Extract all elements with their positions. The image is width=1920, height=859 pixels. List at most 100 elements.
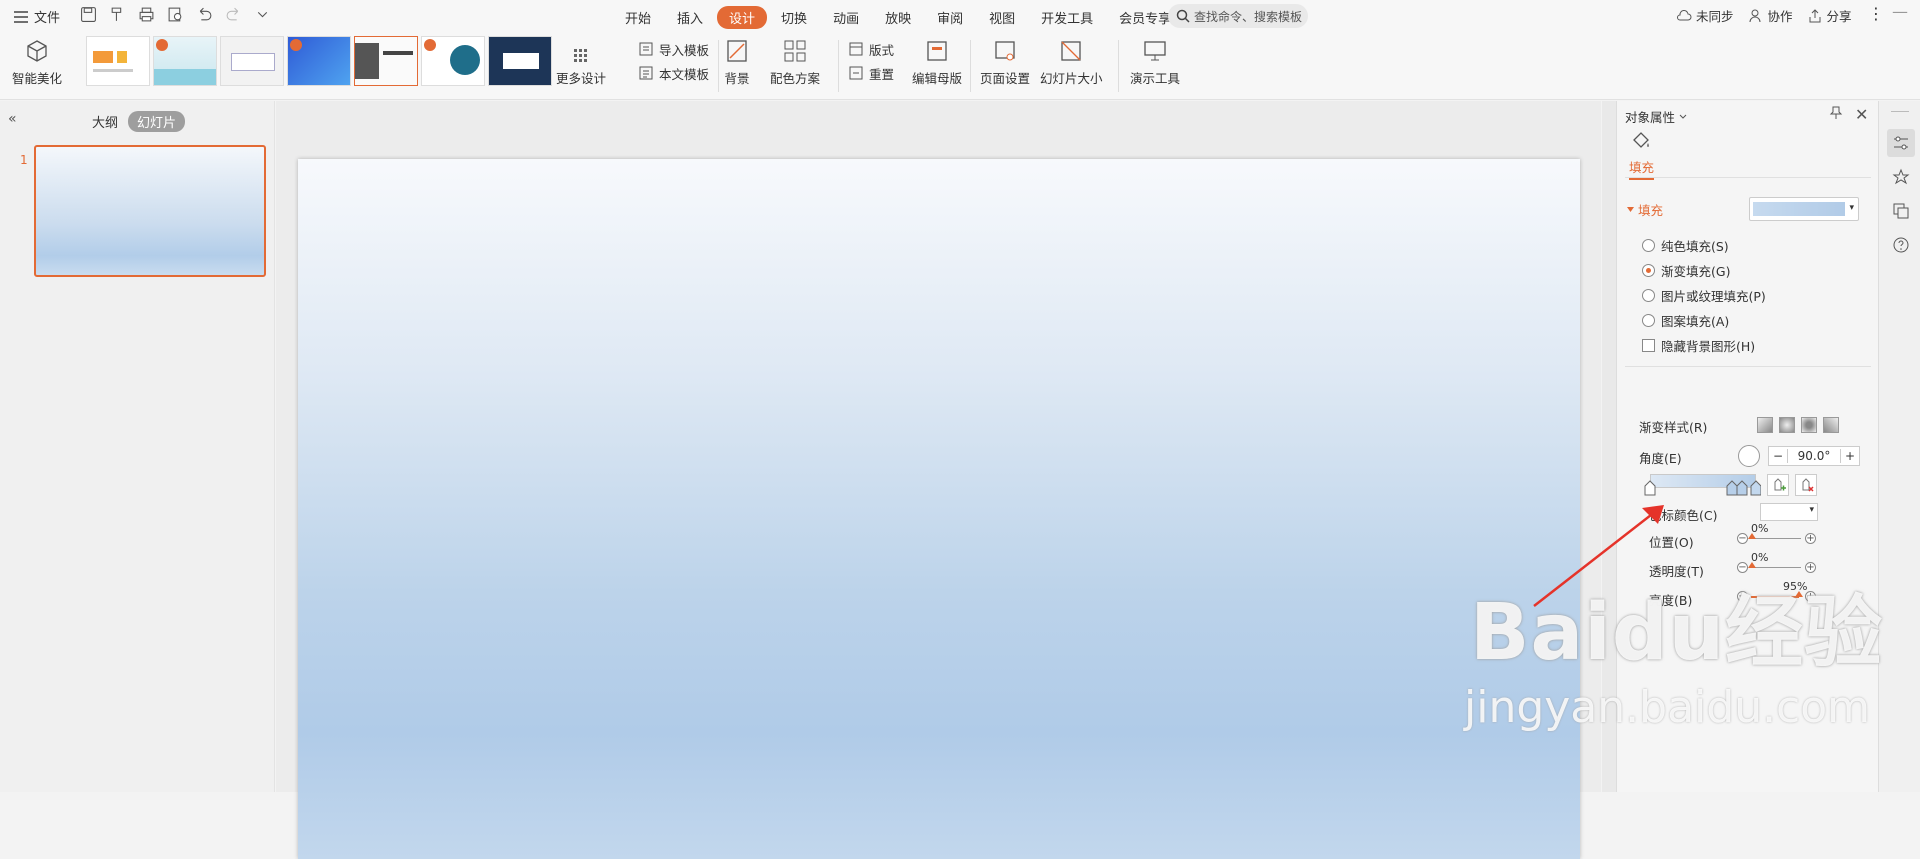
file-menu-label: 文件 <box>34 11 61 26</box>
checkbox[interactable] <box>1642 339 1655 352</box>
radio[interactable] <box>1642 314 1655 327</box>
collab-label: 协作 <box>1767 9 1793 24</box>
import-template-button[interactable]: 导入模板 <box>638 38 709 60</box>
divider <box>1625 366 1871 367</box>
layout-actions: 版式 重置 <box>848 38 894 84</box>
stop-color-dropdown[interactable]: ▾ <box>1760 503 1818 521</box>
template-thumb[interactable] <box>220 36 284 86</box>
radio[interactable] <box>1642 289 1655 302</box>
slider-thumb-icon[interactable] <box>1748 562 1756 568</box>
angle-stepper[interactable]: − 90.0° + <box>1768 446 1860 466</box>
template-thumb[interactable] <box>287 36 351 86</box>
picture-fill-option[interactable]: 图片或纹理填充(P) <box>1642 286 1766 305</box>
customize-chevron-icon[interactable] <box>254 6 271 23</box>
share-button[interactable]: 分享 <box>1807 6 1852 25</box>
slides-switch-button[interactable] <box>1887 197 1915 225</box>
angle-dial[interactable] <box>1738 445 1760 467</box>
slide-editor[interactable] <box>298 159 1580 859</box>
animation-button[interactable] <box>1887 163 1915 191</box>
sync-button[interactable]: 未同步 <box>1676 6 1734 25</box>
transparency-slider[interactable] <box>1751 567 1801 568</box>
rectangular-gradient-button[interactable] <box>1801 417 1817 433</box>
slide-canvas <box>276 101 1601 859</box>
tab-review[interactable]: 审阅 <box>925 6 975 29</box>
solid-fill-option[interactable]: 纯色填充(S) <box>1642 236 1729 255</box>
path-gradient-button[interactable] <box>1823 417 1839 433</box>
page-setup-button[interactable]: 页面设置 <box>980 38 1030 87</box>
present-tools-button[interactable]: 演示工具 <box>1130 38 1180 87</box>
decrement-button[interactable]: − <box>1769 449 1787 463</box>
minimize-icon[interactable]: — <box>1892 2 1908 21</box>
radial-gradient-button[interactable] <box>1779 417 1795 433</box>
tab-outline[interactable]: 大纲 <box>92 112 118 131</box>
help-button[interactable] <box>1887 231 1915 259</box>
radio-selected[interactable] <box>1642 264 1655 277</box>
more-options-icon[interactable]: ⋮ <box>1868 6 1884 22</box>
angle-value[interactable]: 90.0° <box>1787 449 1841 463</box>
divider <box>1891 111 1909 112</box>
position-slider[interactable] <box>1751 538 1801 539</box>
slide-thumbnail[interactable] <box>34 145 266 277</box>
template-thumb-selected[interactable] <box>354 36 418 86</box>
linear-gradient-button[interactable] <box>1757 417 1773 433</box>
layout-button[interactable]: 版式 <box>848 38 894 60</box>
triangle-down-icon <box>1627 207 1634 212</box>
tab-design[interactable]: 设计 <box>717 6 768 29</box>
undo-icon[interactable] <box>196 6 213 23</box>
template-thumb[interactable] <box>153 36 217 86</box>
pin-icon[interactable] <box>1829 106 1843 120</box>
increment-button[interactable]: + <box>1841 449 1859 463</box>
tab-insert[interactable]: 插入 <box>665 6 715 29</box>
tab-developer[interactable]: 开发工具 <box>1029 6 1105 29</box>
print-preview-icon[interactable] <box>167 6 184 23</box>
template-badge-icon <box>156 39 168 51</box>
document-icon <box>639 42 653 56</box>
tab-animation[interactable]: 动画 <box>821 6 871 29</box>
more-design-button[interactable]: 更多设计 <box>556 48 606 87</box>
hide-background-option[interactable]: 隐藏背景图形(H) <box>1642 336 1755 355</box>
reset-button[interactable]: 重置 <box>848 62 894 84</box>
side-toolbar <box>1878 101 1920 792</box>
smart-beautify-button[interactable]: 智能美化 <box>12 38 62 87</box>
picture-fill-label: 图片或纹理填充(P) <box>1661 289 1766 304</box>
tab-transition[interactable]: 切换 <box>769 6 819 29</box>
close-icon[interactable]: ✕ <box>1855 105 1868 124</box>
redo-icon[interactable] <box>225 6 242 23</box>
fill-section-header[interactable]: 填充 <box>1627 200 1663 219</box>
template-thumb[interactable] <box>488 36 552 86</box>
slide-size-button[interactable]: 幻灯片大小 <box>1040 38 1103 87</box>
add-stop-button[interactable] <box>1767 474 1789 496</box>
search-input[interactable]: 查找命令、搜索模板 <box>1168 4 1308 28</box>
format-painter-icon[interactable] <box>109 6 126 23</box>
gradient-stops[interactable] <box>1643 478 1761 498</box>
collapse-panel-icon[interactable]: « <box>8 111 17 127</box>
collab-button[interactable]: 协作 <box>1748 6 1793 25</box>
tab-slides[interactable]: 幻灯片 <box>128 111 186 132</box>
tab-home[interactable]: 开始 <box>613 6 663 29</box>
position-increment[interactable]: + <box>1805 533 1816 544</box>
slider-thumb-icon[interactable] <box>1748 533 1756 539</box>
file-menu[interactable]: 文件 <box>14 7 60 26</box>
save-icon[interactable] <box>80 6 97 23</box>
radio[interactable] <box>1642 239 1655 252</box>
print-icon[interactable] <box>138 6 155 23</box>
edit-master-button[interactable]: 编辑母版 <box>912 38 962 87</box>
template-thumb[interactable] <box>86 36 150 86</box>
paint-bucket-icon[interactable] <box>1631 131 1651 151</box>
tab-slideshow[interactable]: 放映 <box>873 6 923 29</box>
gradient-fill-option[interactable]: 渐变填充(G) <box>1642 261 1730 280</box>
design-templates <box>86 36 552 86</box>
tab-view[interactable]: 视图 <box>977 6 1027 29</box>
position-decrement[interactable]: − <box>1737 533 1748 544</box>
gradient-fill-label: 渐变填充(G) <box>1661 264 1731 279</box>
template-thumb[interactable] <box>421 36 485 86</box>
color-scheme-button[interactable]: 配色方案 <box>770 38 820 87</box>
panel-title[interactable]: 对象属性 <box>1625 107 1687 126</box>
fill-color-dropdown[interactable]: ▾ <box>1749 197 1859 221</box>
body-template-button[interactable]: 本文模板 <box>638 62 709 84</box>
properties-button[interactable] <box>1887 129 1915 157</box>
document-icon <box>639 66 653 80</box>
background-button[interactable]: 背景 <box>724 38 750 87</box>
pattern-fill-option[interactable]: 图案填充(A) <box>1642 311 1729 330</box>
delete-stop-button[interactable] <box>1795 474 1817 496</box>
